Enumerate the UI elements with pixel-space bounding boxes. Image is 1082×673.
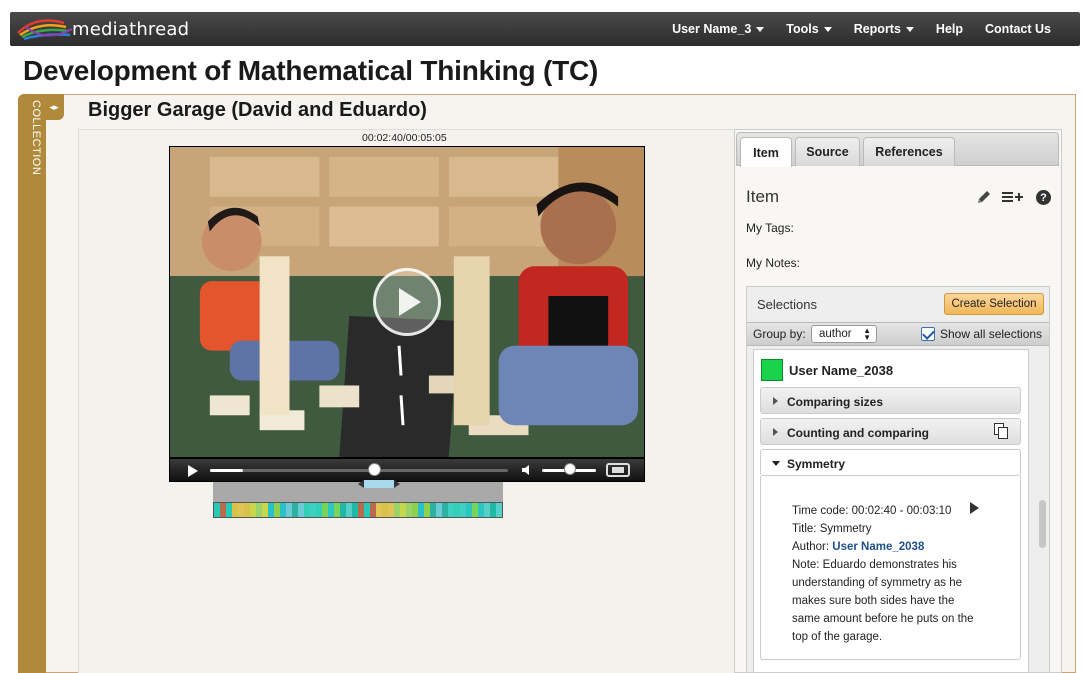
caret-down-icon xyxy=(823,26,832,32)
expand-arrows-icon: ◂▸ xyxy=(49,101,59,112)
help-icon[interactable]: ? xyxy=(1036,190,1051,205)
video-controls xyxy=(169,458,645,482)
my-notes-label: My Notes: xyxy=(746,256,801,270)
tab-source[interactable]: Source xyxy=(795,137,860,166)
detail-note-line: makes sure both sides have the xyxy=(792,595,955,607)
top-nav-bar: mediathread User Name_3 Tools Reports He… xyxy=(10,12,1080,46)
nav-tools-menu[interactable]: Tools xyxy=(775,22,842,36)
detail-note-line: understanding of symmetry as he xyxy=(792,577,963,589)
detail-author: Author: User Name_2038 xyxy=(792,538,924,556)
tab-item[interactable]: Item xyxy=(740,137,792,167)
selections-label: Selections xyxy=(757,297,817,312)
nav-label: Reports xyxy=(853,22,901,36)
fullscreen-icon[interactable] xyxy=(606,463,630,477)
detail-author-prefix: Author: xyxy=(792,541,830,553)
color-strip xyxy=(213,502,503,518)
detail-note-line: same amount before he puts on the xyxy=(792,613,974,625)
select-arrows-icon: ▲ ▼ xyxy=(863,326,871,342)
video-timecode: 00:02:40/00:05:05 xyxy=(362,132,447,144)
play-icon xyxy=(399,288,421,316)
nav-label: Tools xyxy=(786,22,819,36)
user-name: User Name_2038 xyxy=(789,363,894,378)
show-all-label[interactable]: Show all selections xyxy=(940,327,1042,341)
create-selection-button[interactable]: Create Selection xyxy=(944,293,1044,315)
tab-references[interactable]: References xyxy=(863,137,955,166)
course-title: Development of Mathematical Thinking (TC… xyxy=(23,55,599,86)
scroll-thumb[interactable] xyxy=(1039,500,1046,548)
nav-user-menu[interactable]: User Name_3 xyxy=(661,22,775,36)
nav-contact-link[interactable]: Contact Us xyxy=(974,22,1062,36)
my-tags-label: My Tags: xyxy=(746,221,794,235)
main-nav: User Name_3 Tools Reports Help Contact U… xyxy=(661,12,1062,46)
app-name: mediathread xyxy=(72,18,190,40)
group-by-select[interactable]: author ▲ ▼ xyxy=(811,325,877,343)
strip-segment xyxy=(496,503,502,517)
collection-sidebar[interactable] xyxy=(18,94,46,673)
selection-label: Symmetry xyxy=(787,457,846,471)
detail-note-line: top of the garage. xyxy=(792,631,883,643)
seek-progress xyxy=(210,469,243,472)
selection-label: Counting and comparing xyxy=(787,426,929,440)
selection-row-symmetry[interactable]: Symmetry xyxy=(760,449,1021,476)
author-link[interactable]: User Name_2038 xyxy=(832,541,924,553)
logo[interactable]: mediathread xyxy=(16,12,189,46)
detail-title: Title: Symmetry xyxy=(792,523,872,535)
clip-range-marker[interactable] xyxy=(358,480,400,488)
play-icon[interactable] xyxy=(188,465,198,477)
logo-icon xyxy=(17,19,73,41)
user-color-swatch xyxy=(761,359,783,381)
play-selection-icon[interactable] xyxy=(970,502,979,514)
selection-row-comparing-sizes[interactable]: Comparing sizes xyxy=(760,387,1021,414)
group-by-label: Group by: xyxy=(753,327,806,341)
group-by-value: author xyxy=(819,328,852,340)
volume-icon[interactable] xyxy=(522,464,534,476)
show-all-checkbox[interactable] xyxy=(921,327,935,341)
chevron-right-icon xyxy=(773,397,778,405)
caret-down-icon xyxy=(905,26,914,32)
detail-note-line: Note: Eduardo demonstrates his xyxy=(792,559,957,571)
detail-time-code: Time code: 00:02:40 - 00:03:10 xyxy=(792,505,952,517)
seek-bar[interactable] xyxy=(210,469,508,472)
big-play-button[interactable] xyxy=(373,268,441,336)
volume-handle[interactable] xyxy=(564,463,576,475)
chevron-right-icon xyxy=(773,428,778,436)
nav-reports-menu[interactable]: Reports xyxy=(843,22,925,36)
copy-icon[interactable] xyxy=(994,423,1008,439)
nav-label: Contact Us xyxy=(985,22,1051,36)
selection-label: Comparing sizes xyxy=(787,395,884,409)
caret-down-icon xyxy=(756,26,765,32)
nav-label: Help xyxy=(935,22,964,36)
selection-row-counting-and-comparing[interactable]: Counting and comparing xyxy=(760,418,1021,445)
list-add-icon[interactable] xyxy=(1002,189,1024,205)
chevron-down-icon xyxy=(772,461,780,466)
collection-toggle-button[interactable]: ◂▸ xyxy=(44,94,64,120)
nav-label: User Name_3 xyxy=(672,22,752,36)
item-title: Bigger Garage (David and Eduardo) xyxy=(88,99,427,121)
seek-handle[interactable] xyxy=(368,463,381,476)
panel-heading: Item xyxy=(746,187,780,206)
collection-label: COLLECTION xyxy=(30,100,42,176)
nav-help-link[interactable]: Help xyxy=(925,22,974,36)
pencil-icon[interactable] xyxy=(976,189,992,205)
